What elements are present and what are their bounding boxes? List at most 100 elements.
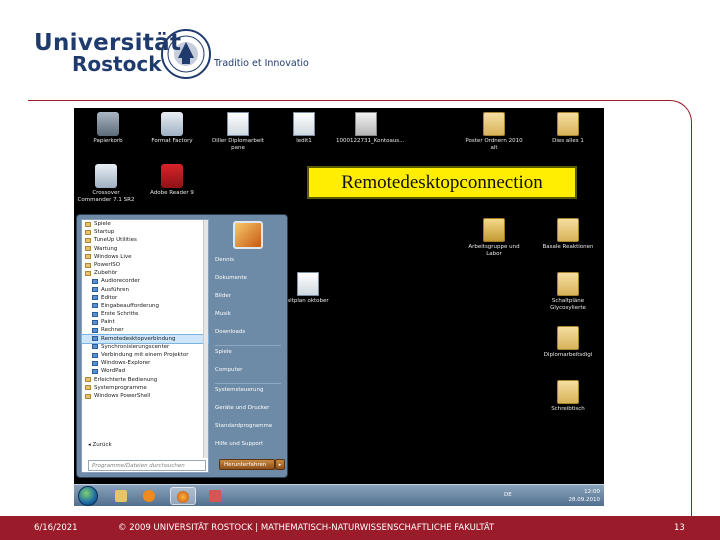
start-search-input[interactable]: Programme/Dateien durchsuchen (88, 460, 206, 471)
desktop-icon[interactable]: Basale Reaktionen (538, 218, 598, 251)
folder-icon (209, 490, 221, 502)
start-menu-item[interactable]: Ausführen (82, 286, 208, 294)
media-player-button[interactable] (136, 487, 162, 505)
start-menu-item[interactable]: Wartung (82, 245, 208, 253)
start-menu-item-label: TuneUp Utilities (94, 237, 137, 244)
start-menu-item[interactable]: Windows PowerShell (82, 392, 208, 400)
explorer-button[interactable] (108, 487, 134, 505)
start-menu-place[interactable]: Spiele (215, 349, 232, 355)
document-icon (355, 112, 377, 136)
program-list: Spiele Startup TuneUp Utilities Wartung Wind… (81, 220, 209, 400)
start-menu-item[interactable]: Paint (82, 318, 208, 326)
start-menu-place[interactable]: Downloads (215, 329, 245, 335)
start-menu-item[interactable]: Editor (82, 294, 208, 302)
start-menu-item-label: Eingabeaufforderung (101, 302, 159, 309)
start-menu-item-label: Windows-Explorer (101, 360, 151, 367)
start-menu-item-label: Editor (101, 294, 118, 301)
desktop-icon-label: Diller Diplomarbeit pane (212, 138, 264, 151)
start-menu-item-label: Audiorecorder (101, 278, 140, 285)
start-menu-places: Dennis Dokumente Bilder Musik Downloads Spiel… (213, 219, 285, 473)
desktop-icon[interactable]: Diller Diplomarbeit pane (208, 112, 268, 152)
start-menu-place[interactable]: Standardprogramme (215, 423, 272, 429)
program-icon (92, 336, 98, 342)
folder-button[interactable] (202, 487, 228, 505)
start-menu-item[interactable]: Eingabeaufforderung (82, 302, 208, 310)
start-menu-item[interactable]: WordPad (82, 367, 208, 375)
folder-icon (557, 326, 579, 350)
program-icon (92, 278, 98, 284)
start-menu-item[interactable]: Audiorecorder (82, 277, 208, 285)
desktop-icon[interactable]: Poster Ordnern 2010 alt (464, 112, 524, 152)
desktop-screenshot: Papierkorb Format Factory Diller Diploma… (74, 108, 604, 506)
start-menu-item[interactable]: Zubehör (82, 269, 208, 277)
start-menu-item[interactable]: Rechner (82, 326, 208, 334)
program-icon (92, 295, 98, 301)
start-orb-icon[interactable] (78, 486, 98, 506)
shutdown-options-button[interactable]: ▸ (275, 459, 285, 470)
desktop-icon[interactable]: Papierkorb (78, 112, 138, 145)
folder-icon (557, 112, 579, 136)
start-menu-item[interactable]: Windows Live (82, 253, 208, 261)
back-button[interactable]: ◂ Zurück (88, 442, 112, 448)
start-menu-item[interactable]: PowerISO (82, 261, 208, 269)
desktop-icon[interactable]: Format Factory (142, 112, 202, 145)
start-menu-place[interactable]: Systemsteuerung (215, 387, 264, 393)
desktop-icon[interactable]: Arbeitsgruppe und Labor (464, 218, 524, 258)
start-menu-item[interactable]: Synchronisierungscenter (82, 343, 208, 351)
university-motto: Traditio et Innovatio (214, 58, 309, 69)
university-logo: Universität Rostock Traditio et Innovati… (34, 28, 309, 79)
start-menu-place[interactable]: Hilfe und Support (215, 441, 263, 447)
start-menu-item[interactable]: TuneUp Utilities (82, 236, 208, 244)
start-menu-item[interactable]: Erste Schritte (82, 310, 208, 318)
start-menu-item[interactable]: Windows-Explorer (82, 359, 208, 367)
folder-icon (85, 385, 91, 391)
start-menu-place[interactable]: Geräte und Drucker (215, 405, 269, 411)
start-menu-item-label: Verbindung mit einem Projektor (101, 352, 189, 358)
desktop-icon-label: ledit1 (296, 138, 312, 144)
back-label: Zurück (92, 442, 112, 448)
start-menu-item[interactable]: Spiele (82, 220, 208, 228)
desktop-icon[interactable]: ledit1 (274, 112, 334, 145)
start-menu-item-label: Systemprogramme (94, 384, 147, 391)
shutdown-button[interactable]: Herunterfahren (219, 459, 275, 470)
desktop-icon[interactable]: Diplomarbeitsdigi (538, 326, 598, 359)
start-menu-place[interactable]: Bilder (215, 293, 231, 299)
people-folder-icon (483, 218, 505, 242)
folder-icon (85, 229, 91, 235)
desktop-icon-label: Dies alles 1 (552, 138, 584, 144)
start-menu-item[interactable]: Verbindung mit einem Projektor (82, 351, 208, 359)
format-factory-icon (161, 112, 183, 136)
program-list-scrollbar[interactable] (203, 220, 208, 458)
desktop-icon[interactable]: Dies alles 1 (538, 112, 598, 145)
folder-icon (557, 272, 579, 296)
start-menu-place[interactable]: Dokumente (215, 275, 247, 281)
desktop-icon[interactable]: 1000122731_Kontoaus... (336, 112, 405, 145)
start-menu: Spiele Startup TuneUp Utilities Wartung Wind… (76, 214, 288, 478)
desktop-icon-label: 1000122731_Kontoaus... (336, 138, 405, 144)
firefox-button[interactable] (170, 487, 196, 505)
desktop-icon[interactable]: Adobe Reader 9 (142, 164, 202, 197)
start-menu-item-label: WordPad (101, 368, 126, 375)
program-icon (92, 360, 98, 366)
desktop-icon[interactable]: Schaltpläne Glycosylierte (538, 272, 598, 312)
desktop-icon[interactable]: Schreibtisch (538, 380, 598, 413)
remote-desktop-callout: Remotedesktopconnection (307, 166, 577, 199)
start-menu-item[interactable]: Systemprogramme (82, 384, 208, 392)
start-menu-place[interactable]: Dennis (215, 257, 234, 263)
media-player-icon (143, 490, 155, 502)
system-clock[interactable]: 12:00 28.09.2010 (569, 488, 601, 504)
desktop-icon-label: Basale Reaktionen (542, 244, 594, 250)
start-menu-item-label: Startup (94, 229, 115, 236)
start-menu-item[interactable]: Erleichterte Bedienung (82, 376, 208, 384)
start-menu-item[interactable]: Startup (82, 228, 208, 236)
program-icon (92, 368, 98, 374)
start-menu-place[interactable]: Musik (215, 311, 231, 317)
language-indicator[interactable]: DE (504, 492, 512, 498)
footer-copyright: © 2009 UNIVERSITÄT ROSTOCK | MATHEMATISC… (118, 523, 495, 533)
desktop-icon-label: Diplomarbeitsdigi (543, 352, 593, 358)
desktop-icon-label: Schreibtisch (551, 406, 585, 412)
start-menu-place[interactable]: Computer (215, 367, 242, 373)
start-menu-item[interactable]: Remotedesktopverbindung (81, 333, 209, 344)
desktop-icon[interactable]: Crossover Commander 7.1 SR2 (76, 164, 136, 204)
program-icon (92, 344, 98, 350)
